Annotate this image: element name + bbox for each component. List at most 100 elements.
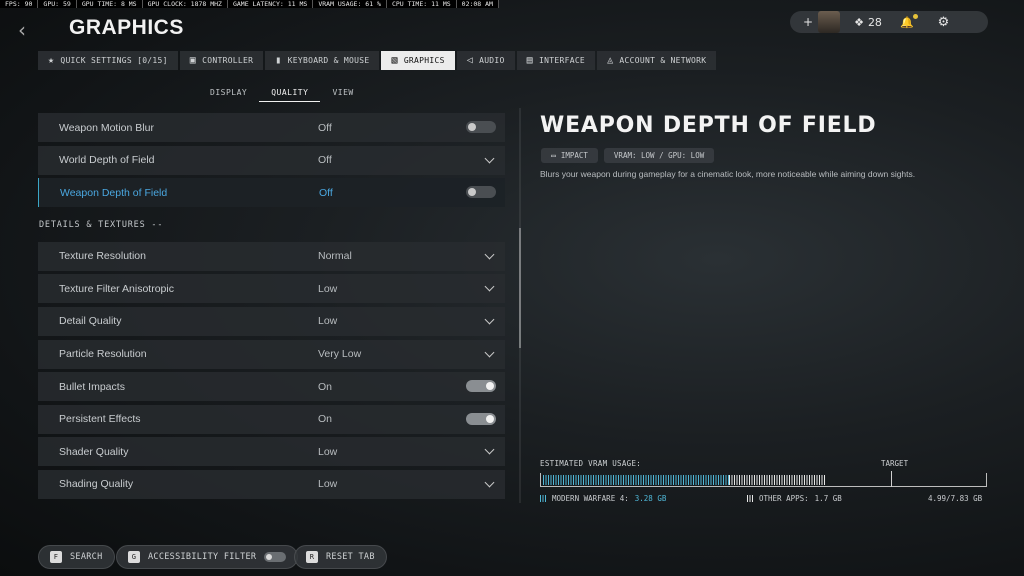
setting-value: Low — [318, 315, 338, 328]
stat-item: 02:08 AM — [457, 0, 499, 8]
vram-legend-other: OTHER APPS: 1.7 GB — [747, 494, 842, 503]
setting-toggle[interactable] — [466, 186, 496, 199]
setting-toggle[interactable] — [466, 380, 496, 393]
notification-dot — [912, 13, 918, 19]
tab-audio[interactable]: ◁ AUDIO — [456, 51, 515, 70]
setting-label: Shading Quality — [59, 478, 134, 491]
detail-chips: ▭ IMPACT VRAM: LOW / GPU: LOW — [541, 148, 715, 163]
accessibility-toggle[interactable] — [264, 552, 287, 562]
setting-row[interactable]: Persistent Effects On — [38, 404, 505, 434]
controller-icon: ▣ — [189, 55, 197, 66]
chevron-down-icon[interactable] — [484, 249, 495, 260]
player-avatar[interactable] — [818, 11, 841, 33]
setting-row[interactable]: Bullet Impacts On — [38, 372, 505, 402]
chevron-down-icon[interactable] — [484, 281, 495, 292]
mouse-icon: ▮ — [275, 55, 282, 66]
vram-bar-game — [543, 475, 729, 485]
scrollbar-thumb[interactable] — [519, 228, 521, 348]
tab-interface[interactable]: ▤ INTERFACE — [516, 51, 596, 70]
detail-description: Blurs your weapon during gameplay for a … — [540, 169, 916, 179]
notification-bell-icon[interactable]: 🔔 — [900, 13, 918, 29]
cost-label: VRAM: LOW / GPU: LOW — [613, 151, 705, 160]
setting-value: Very Low — [318, 348, 362, 361]
setting-label: Particle Resolution — [59, 348, 147, 361]
back-arrow-icon[interactable]: ‹ — [18, 20, 38, 40]
performance-stats-bar: FPS: 90 GPU: 59 GPU TIME: 8 MS GPU CLOCK: 1… — [0, 0, 499, 8]
cost-chip: VRAM: LOW / GPU: LOW — [603, 148, 715, 163]
add-friend-button[interactable]: + — [803, 15, 813, 29]
chevron-down-icon[interactable] — [484, 153, 495, 164]
stat-item: VRAM USAGE: 61 % — [313, 0, 387, 8]
reset-tab-button[interactable]: R RESET TAB — [294, 545, 387, 569]
setting-row[interactable]: Detail Quality Low — [38, 306, 505, 336]
key-hint: G — [128, 551, 140, 563]
setting-value: Off — [318, 121, 332, 134]
setting-row[interactable]: Shader Quality Low — [38, 437, 505, 467]
tab-account-network[interactable]: ◬ ACCOUNT & NETWORK — [597, 51, 717, 70]
search-button[interactable]: F SEARCH — [38, 545, 115, 569]
stat-item: GPU CLOCK: 1878 MHZ — [143, 0, 228, 8]
setting-value: Low — [318, 445, 338, 458]
subtab-view[interactable]: VIEW — [320, 86, 365, 102]
settings-gear-icon[interactable]: ⚙ — [938, 15, 950, 30]
tab-label: INTERFACE — [539, 56, 586, 65]
vram-target-label: TARGET — [881, 459, 909, 468]
accessibility-filter-button[interactable]: G ACCESSIBILITY FILTER — [116, 545, 299, 569]
vram-target-marker — [890, 471, 892, 487]
tab-controller[interactable]: ▣ CONTROLLER — [179, 51, 264, 70]
vram-bar — [540, 471, 987, 487]
impact-label: IMPACT — [560, 151, 588, 160]
setting-row[interactable]: World Depth of Field Off — [38, 145, 505, 175]
setting-row[interactable]: Weapon Motion Blur Off — [38, 113, 505, 142]
social-bar: + ❖ 28 🔔 ⚙ — [790, 11, 988, 33]
tab-label: AUDIO — [479, 56, 505, 65]
setting-row[interactable]: Texture Filter Anisotropic Low — [38, 274, 505, 304]
party-icon[interactable]: ❖ — [854, 16, 864, 29]
subtab-display[interactable]: DISPLAY — [198, 86, 259, 102]
setting-value: Low — [318, 478, 338, 491]
stat-item: CPU TIME: 11 MS — [387, 0, 457, 8]
toggle-knob — [468, 123, 476, 131]
chevron-down-icon[interactable] — [484, 444, 495, 455]
setting-value: On — [318, 380, 333, 393]
setting-label: Texture Resolution — [59, 250, 146, 263]
impact-chip: ▭ IMPACT — [541, 148, 598, 163]
subtab-quality[interactable]: QUALITY — [259, 86, 321, 102]
tab-graphics[interactable]: ▧ GRAPHICS — [381, 51, 455, 70]
interface-icon: ▤ — [526, 55, 533, 66]
tab-keyboard-mouse[interactable]: ▮ KEYBOARD & MOUSE — [265, 51, 380, 70]
setting-row[interactable]: Shading Quality Low — [38, 469, 505, 499]
setting-value: Low — [318, 282, 338, 295]
chevron-down-icon[interactable] — [484, 477, 495, 488]
tab-label: QUICK SETTINGS [0/15] — [60, 56, 168, 65]
speaker-icon: ◁ — [466, 55, 474, 66]
tab-label: KEYBOARD & MOUSE — [287, 56, 370, 65]
game-value: 3.28 GB — [634, 494, 667, 503]
key-hint: F — [50, 551, 62, 563]
game-swatch — [540, 495, 546, 502]
stat-item: FPS: 90 — [0, 0, 39, 8]
stat-item: GPU TIME: 8 MS — [77, 0, 143, 8]
setting-label: Weapon Depth of Field — [60, 186, 168, 199]
tab-label: CONTROLLER — [202, 56, 254, 65]
setting-row[interactable]: Texture Resolution Normal — [38, 241, 505, 271]
tab-quick-settings[interactable]: ★ QUICK SETTINGS [0/15] — [38, 51, 178, 70]
sub-tabs: DISPLAY QUALITY VIEW — [198, 86, 366, 102]
game-label: MODERN WARFARE 4: — [552, 494, 629, 503]
vram-legend-game: MODERN WARFARE 4: 3.28 GB — [540, 494, 666, 503]
chevron-down-icon[interactable] — [484, 314, 495, 325]
setting-toggle[interactable] — [466, 412, 496, 425]
setting-row[interactable]: Weapon Depth of Field Off — [38, 178, 505, 208]
toggle-knob — [468, 188, 476, 197]
setting-value: Off — [319, 186, 333, 199]
vram-bar-baseline — [541, 486, 986, 487]
settings-scrollbar[interactable] — [519, 108, 521, 503]
setting-value: Off — [318, 154, 332, 167]
setting-value: Normal — [318, 250, 352, 263]
stat-item: GPU: 59 — [38, 0, 77, 8]
setting-label: Bullet Impacts — [59, 380, 125, 393]
page-title: GRAPHICS — [69, 16, 184, 39]
chevron-down-icon[interactable] — [484, 347, 495, 358]
setting-row[interactable]: Particle Resolution Very Low — [38, 339, 505, 369]
setting-toggle[interactable] — [466, 121, 496, 133]
